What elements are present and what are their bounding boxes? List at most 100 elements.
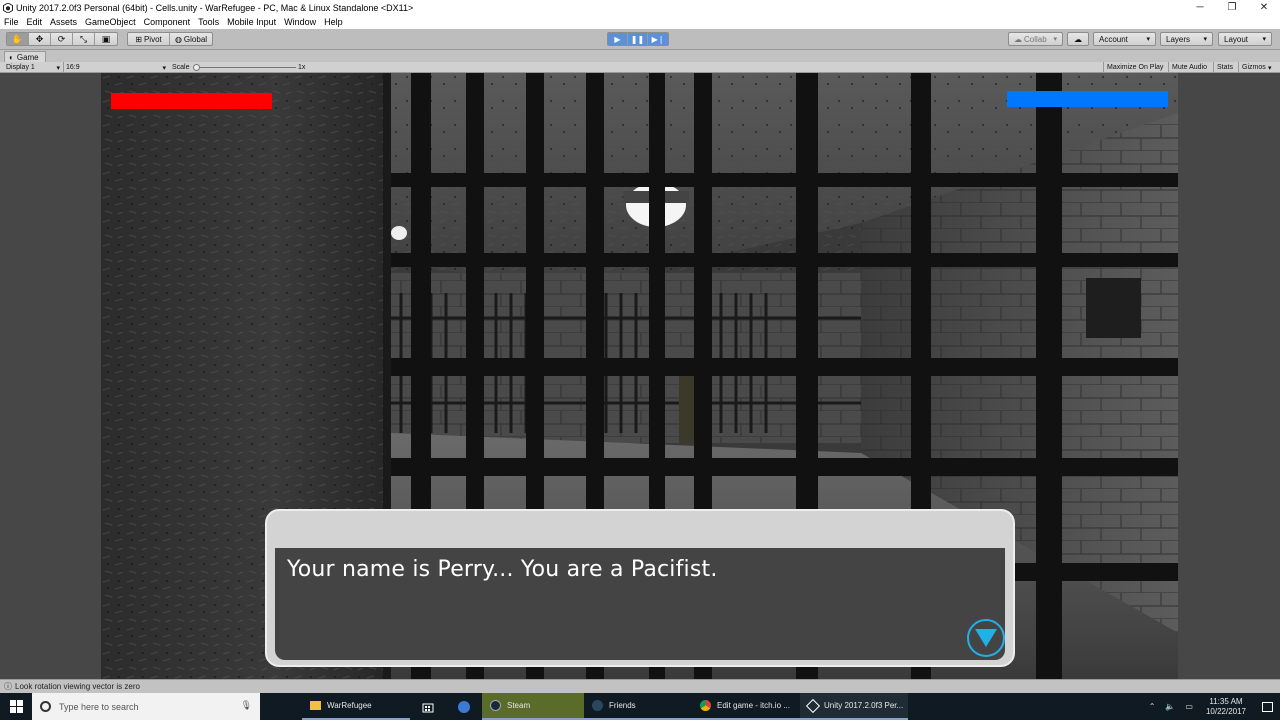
pivot-label: Pivot [143, 34, 162, 44]
close-button[interactable]: ✕ [1248, 0, 1280, 15]
scale-slider-track[interactable] [196, 67, 296, 68]
dropdown-arrow-icon: ▾ [1203, 36, 1207, 43]
dialog-box: Your name is Perry... You are a Pacifist… [265, 509, 1015, 667]
dropdown-arrow-icon: ▾ [1268, 64, 1272, 72]
cortana-circle-icon [40, 701, 51, 712]
dialog-next-button[interactable] [967, 619, 1005, 657]
game-tab[interactable]: ◐ Game [4, 51, 46, 62]
scale-slider-thumb[interactable] [193, 64, 200, 71]
gizmos-dropdown[interactable]: Gizmos [1238, 62, 1269, 73]
menu-gameobject[interactable]: GameObject [85, 17, 136, 27]
unity-icon [805, 698, 821, 713]
menu-bar: File Edit Assets GameObject Component To… [0, 15, 1280, 29]
stats-toggle[interactable]: Stats [1213, 62, 1236, 73]
search-placeholder: Type here to search [59, 701, 139, 712]
window-title: Unity 2017.2.0f3 Personal (64bit) - Cell… [16, 2, 414, 13]
menu-help[interactable]: Help [324, 17, 343, 27]
network-icon[interactable]: ▭ [1185, 702, 1193, 711]
layout-dropdown[interactable]: Layout ▾ [1218, 32, 1272, 46]
taskbar-clock[interactable]: 11:35 AM 10/22/2017 [1206, 697, 1246, 717]
menu-window[interactable]: Window [284, 17, 316, 27]
dropdown-arrow-icon: ▾ [1053, 36, 1057, 43]
microphone-icon: 🎙 [240, 700, 252, 710]
hand-tool-icon[interactable]: ✋ [7, 33, 29, 45]
taskbar-app-label: WarRefugee [327, 701, 372, 710]
restore-button[interactable]: ❐ [1216, 0, 1248, 15]
taskbar-search-box[interactable]: Type here to search 🎙 [32, 693, 260, 720]
action-center-button[interactable] [1254, 693, 1280, 720]
taskbar-app-steam[interactable]: Steam [482, 693, 584, 720]
chrome-icon [700, 700, 711, 711]
dropdown-arrow-icon: ▾ [56, 64, 60, 72]
store-icon[interactable] [410, 693, 446, 720]
aspect-label: 16:9 [66, 64, 80, 71]
window-title-bar: Unity 2017.2.0f3 Personal (64bit) - Cell… [0, 0, 1280, 15]
taskbar-app-label: Steam [507, 701, 531, 710]
unity-logo-icon [3, 2, 13, 13]
transform-tools: ✋ ✥ ⟳ ⤡ ▣ [6, 32, 118, 46]
menu-component[interactable]: Component [144, 17, 191, 27]
steam-icon [490, 700, 501, 711]
layers-dropdown[interactable]: Layers ▾ [1160, 32, 1213, 46]
mute-audio-toggle[interactable]: Mute Audio [1168, 62, 1210, 73]
taskbar-app-chrome[interactable]: Edit game - itch.io ... [692, 693, 800, 720]
game-view-panel: Your name is Perry... You are a Pacifist… [0, 73, 1280, 679]
player-health-bar [111, 93, 272, 109]
rect-tool-icon[interactable]: ▣ [95, 33, 117, 45]
windows-taskbar: Type here to search 🎙 WarRefugee Steam F… [0, 693, 1280, 720]
game-tab-label: Game [16, 52, 39, 62]
play-button-icon[interactable]: ▶ [608, 33, 628, 45]
move-tool-icon[interactable]: ✥ [29, 33, 51, 45]
play-controls: ▶ ❚❚ ▶❘ [607, 32, 669, 46]
taskbar-app-warrefugee[interactable]: WarRefugee [302, 693, 410, 720]
cloud-services-button[interactable]: ☁ [1067, 32, 1089, 46]
task-view-button[interactable] [260, 693, 302, 720]
windows-logo-icon [9, 700, 23, 713]
aspect-dropdown[interactable]: 16:9 ▾ [66, 62, 166, 73]
global-label: Global [183, 34, 208, 44]
display-label: Display 1 [6, 64, 35, 71]
chevron-up-icon[interactable]: ⌃ [1149, 702, 1156, 711]
console-status-bar[interactable]: ⓘ Look rotation viewing vector is zero [0, 679, 1280, 693]
taskbar-app-label: Edit game - itch.io ... [717, 701, 790, 710]
maximize-on-play-toggle[interactable]: Maximize On Play [1103, 62, 1166, 73]
layers-label: Layers [1166, 34, 1191, 44]
taskbar-app-label: Friends [609, 701, 636, 710]
scale-value: 1x [298, 64, 306, 71]
global-toggle[interactable]: ◍ Global [170, 33, 212, 45]
volume-icon[interactable]: 🔈 [1165, 702, 1175, 711]
minimize-button[interactable]: ─ [1184, 0, 1216, 15]
menu-file[interactable]: File [4, 17, 19, 27]
notification-icon [1261, 701, 1273, 712]
steam-icon [592, 700, 603, 711]
info-icon: ⓘ [4, 682, 12, 691]
system-tray: ⌃ 🔈 ▭ 11:35 AM 10/22/2017 [1144, 693, 1280, 720]
media-player-icon[interactable] [446, 693, 482, 720]
folder-icon [310, 701, 321, 710]
cloud-check-icon: ☁ [1014, 34, 1022, 44]
taskbar-app-friends[interactable]: Friends [584, 693, 692, 720]
scale-tool-icon[interactable]: ⤡ [73, 33, 95, 45]
collab-button[interactable]: ☁ Collab ▾ [1008, 32, 1063, 46]
taskbar-app-label: Unity 2017.2.0f3 Per... [824, 701, 904, 710]
display-dropdown[interactable]: Display 1 ▾ [6, 62, 64, 73]
pivot-toggle[interactable]: ⊞ Pivot [128, 33, 170, 45]
account-label: Account [1099, 34, 1128, 44]
menu-assets[interactable]: Assets [50, 17, 77, 27]
game-viewport[interactable]: Your name is Perry... You are a Pacifist… [101, 73, 1178, 679]
clock-date: 10/22/2017 [1205, 706, 1246, 716]
menu-mobile-input[interactable]: Mobile Input [227, 17, 276, 27]
start-button[interactable] [0, 693, 32, 720]
cloud-icon: ☁ [1074, 34, 1082, 44]
triangle-down-icon [975, 629, 997, 647]
pause-button-icon[interactable]: ❚❚ [628, 33, 648, 45]
game-tab-strip: ◐ Game [0, 51, 1280, 62]
rotate-tool-icon[interactable]: ⟳ [51, 33, 73, 45]
taskbar-app-unity[interactable]: Unity 2017.2.0f3 Per... [800, 693, 908, 720]
menu-edit[interactable]: Edit [27, 17, 43, 27]
step-button-icon[interactable]: ▶❘ [648, 33, 668, 45]
scale-label: Scale [172, 64, 190, 71]
account-dropdown[interactable]: Account ▾ [1093, 32, 1156, 46]
layout-label: Layout [1224, 34, 1249, 44]
menu-tools[interactable]: Tools [198, 17, 219, 27]
